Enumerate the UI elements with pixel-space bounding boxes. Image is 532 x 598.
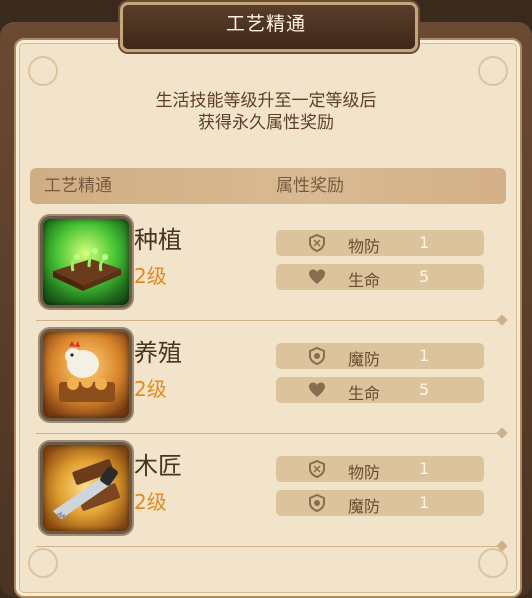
row-divider	[36, 546, 500, 547]
attr-name: 生命	[348, 384, 381, 403]
magic-shield-icon	[308, 346, 326, 366]
corner-ornament	[478, 548, 508, 578]
window-title: 工艺精通	[225, 13, 306, 35]
corner-ornament	[28, 548, 58, 578]
heart-icon	[308, 381, 326, 399]
attr-value: 1	[419, 346, 430, 365]
header-skill: 工艺精通	[44, 176, 112, 196]
attr-name: 物防	[348, 237, 381, 256]
attr-row: 物防 1	[276, 456, 484, 482]
sprout-icon[interactable]	[40, 216, 132, 308]
attr-value: 1	[419, 233, 430, 252]
attr-name: 物防	[348, 463, 381, 482]
skill-row-carpentry: 木匠 2级 物防 1 魔防 1	[30, 440, 506, 552]
skill-level: 2级	[134, 490, 167, 514]
corner-ornament	[478, 56, 508, 86]
chicken-icon[interactable]	[40, 329, 132, 421]
attr-value: 1	[419, 493, 430, 512]
corner-ornament	[28, 56, 58, 86]
attr-value: 1	[419, 459, 430, 478]
attr-value: 5	[419, 380, 430, 399]
row-divider	[36, 320, 500, 321]
saw-icon[interactable]	[40, 442, 132, 534]
magic-shield-icon	[308, 493, 326, 513]
description-line-2: 获得永久属性奖励	[198, 113, 334, 133]
shield-icon	[308, 459, 326, 479]
skill-name: 种植	[134, 226, 182, 254]
attr-row: 魔防 1	[276, 490, 484, 516]
attr-name: 魔防	[348, 350, 381, 369]
heart-icon	[308, 268, 326, 286]
skill-level: 2级	[134, 264, 167, 288]
shield-icon	[308, 233, 326, 253]
attr-name: 生命	[348, 271, 381, 290]
attr-row: 魔防 1	[276, 343, 484, 369]
skill-row-husbandry: 养殖 2级 魔防 1 生命 5	[30, 327, 506, 439]
skill-name: 木匠	[134, 452, 182, 480]
attr-row: 生命 5	[276, 264, 484, 290]
attr-row: 物防 1	[276, 230, 484, 256]
header-reward: 属性奖励	[276, 176, 344, 196]
attr-name: 魔防	[348, 497, 381, 516]
attr-row: 生命 5	[276, 377, 484, 403]
row-divider	[36, 433, 500, 434]
skill-level: 2级	[134, 377, 167, 401]
skill-row-planting: 种植 2级 物防 1 生命 5	[30, 214, 506, 326]
skill-name: 养殖	[134, 339, 182, 367]
attr-value: 5	[419, 267, 430, 286]
